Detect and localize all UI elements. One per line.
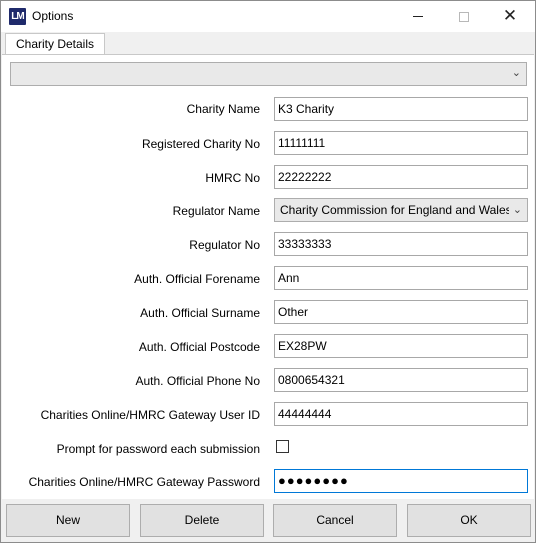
- close-icon: ✕: [502, 6, 518, 26]
- maximize-icon: [459, 11, 469, 22]
- charity-name-input[interactable]: K3 Charity: [274, 97, 528, 121]
- minimize-button[interactable]: [395, 1, 441, 32]
- hmrc-no-label: HMRC No: [205, 171, 260, 185]
- charity-name-label: Charity Name: [186, 102, 260, 116]
- official-phone-input[interactable]: 0800654321: [274, 368, 528, 392]
- chevron-down-icon: ⌄: [508, 199, 522, 221]
- window-title: Options: [32, 9, 74, 23]
- registered-charity-no-input[interactable]: 11111111: [274, 131, 528, 155]
- official-forename-label: Auth. Official Forename: [134, 272, 260, 286]
- close-button[interactable]: ✕: [487, 1, 533, 32]
- ok-button[interactable]: OK: [407, 504, 531, 537]
- title-bar: LM Options ✕: [1, 1, 535, 32]
- gateway-user-id-input[interactable]: 44444444: [274, 402, 528, 426]
- options-window: LM Options ✕ Charity Details ⌄ Charity N…: [0, 0, 536, 543]
- registered-charity-no-label: Registered Charity No: [141, 137, 260, 151]
- hmrc-no-input[interactable]: 22222222: [274, 165, 528, 189]
- official-forename-input[interactable]: Ann: [274, 266, 528, 290]
- maximize-button[interactable]: [441, 1, 487, 32]
- charity-details-panel: ⌄ Charity Name K3 Charity Registered Cha…: [2, 54, 534, 499]
- regulator-no-label: Regulator No: [189, 238, 260, 252]
- official-surname-input[interactable]: Other: [274, 300, 528, 324]
- regulator-name-label: Regulator Name: [172, 204, 260, 218]
- tab-charity-details[interactable]: Charity Details: [5, 33, 105, 55]
- minimize-icon: [413, 16, 423, 17]
- prompt-password-label: Prompt for password each submission: [56, 442, 260, 456]
- regulator-name-dropdown[interactable]: Charity Commission for England and Wales…: [274, 198, 528, 222]
- official-phone-label: Auth. Official Phone No: [135, 374, 260, 388]
- gateway-password-input[interactable]: ●●●●●●●●: [274, 469, 528, 493]
- gateway-password-label: Charities Online/HMRC Gateway Password: [28, 475, 260, 489]
- regulator-no-input[interactable]: 33333333: [274, 232, 528, 256]
- official-surname-label: Auth. Official Surname: [140, 306, 260, 320]
- gateway-user-id-label: Charities Online/HMRC Gateway User ID: [40, 408, 260, 422]
- cancel-button[interactable]: Cancel: [273, 504, 397, 537]
- regulator-name-value: Charity Commission for England and Wales: [280, 203, 512, 217]
- record-selector-dropdown[interactable]: ⌄: [10, 62, 527, 86]
- chevron-down-icon: ⌄: [511, 67, 521, 79]
- official-postcode-label: Auth. Official Postcode: [138, 340, 260, 354]
- prompt-password-checkbox[interactable]: [276, 440, 289, 453]
- new-button[interactable]: New: [6, 504, 130, 537]
- delete-button[interactable]: Delete: [140, 504, 264, 537]
- official-postcode-input[interactable]: EX28PW: [274, 334, 528, 358]
- app-logo-icon: LM: [9, 8, 26, 25]
